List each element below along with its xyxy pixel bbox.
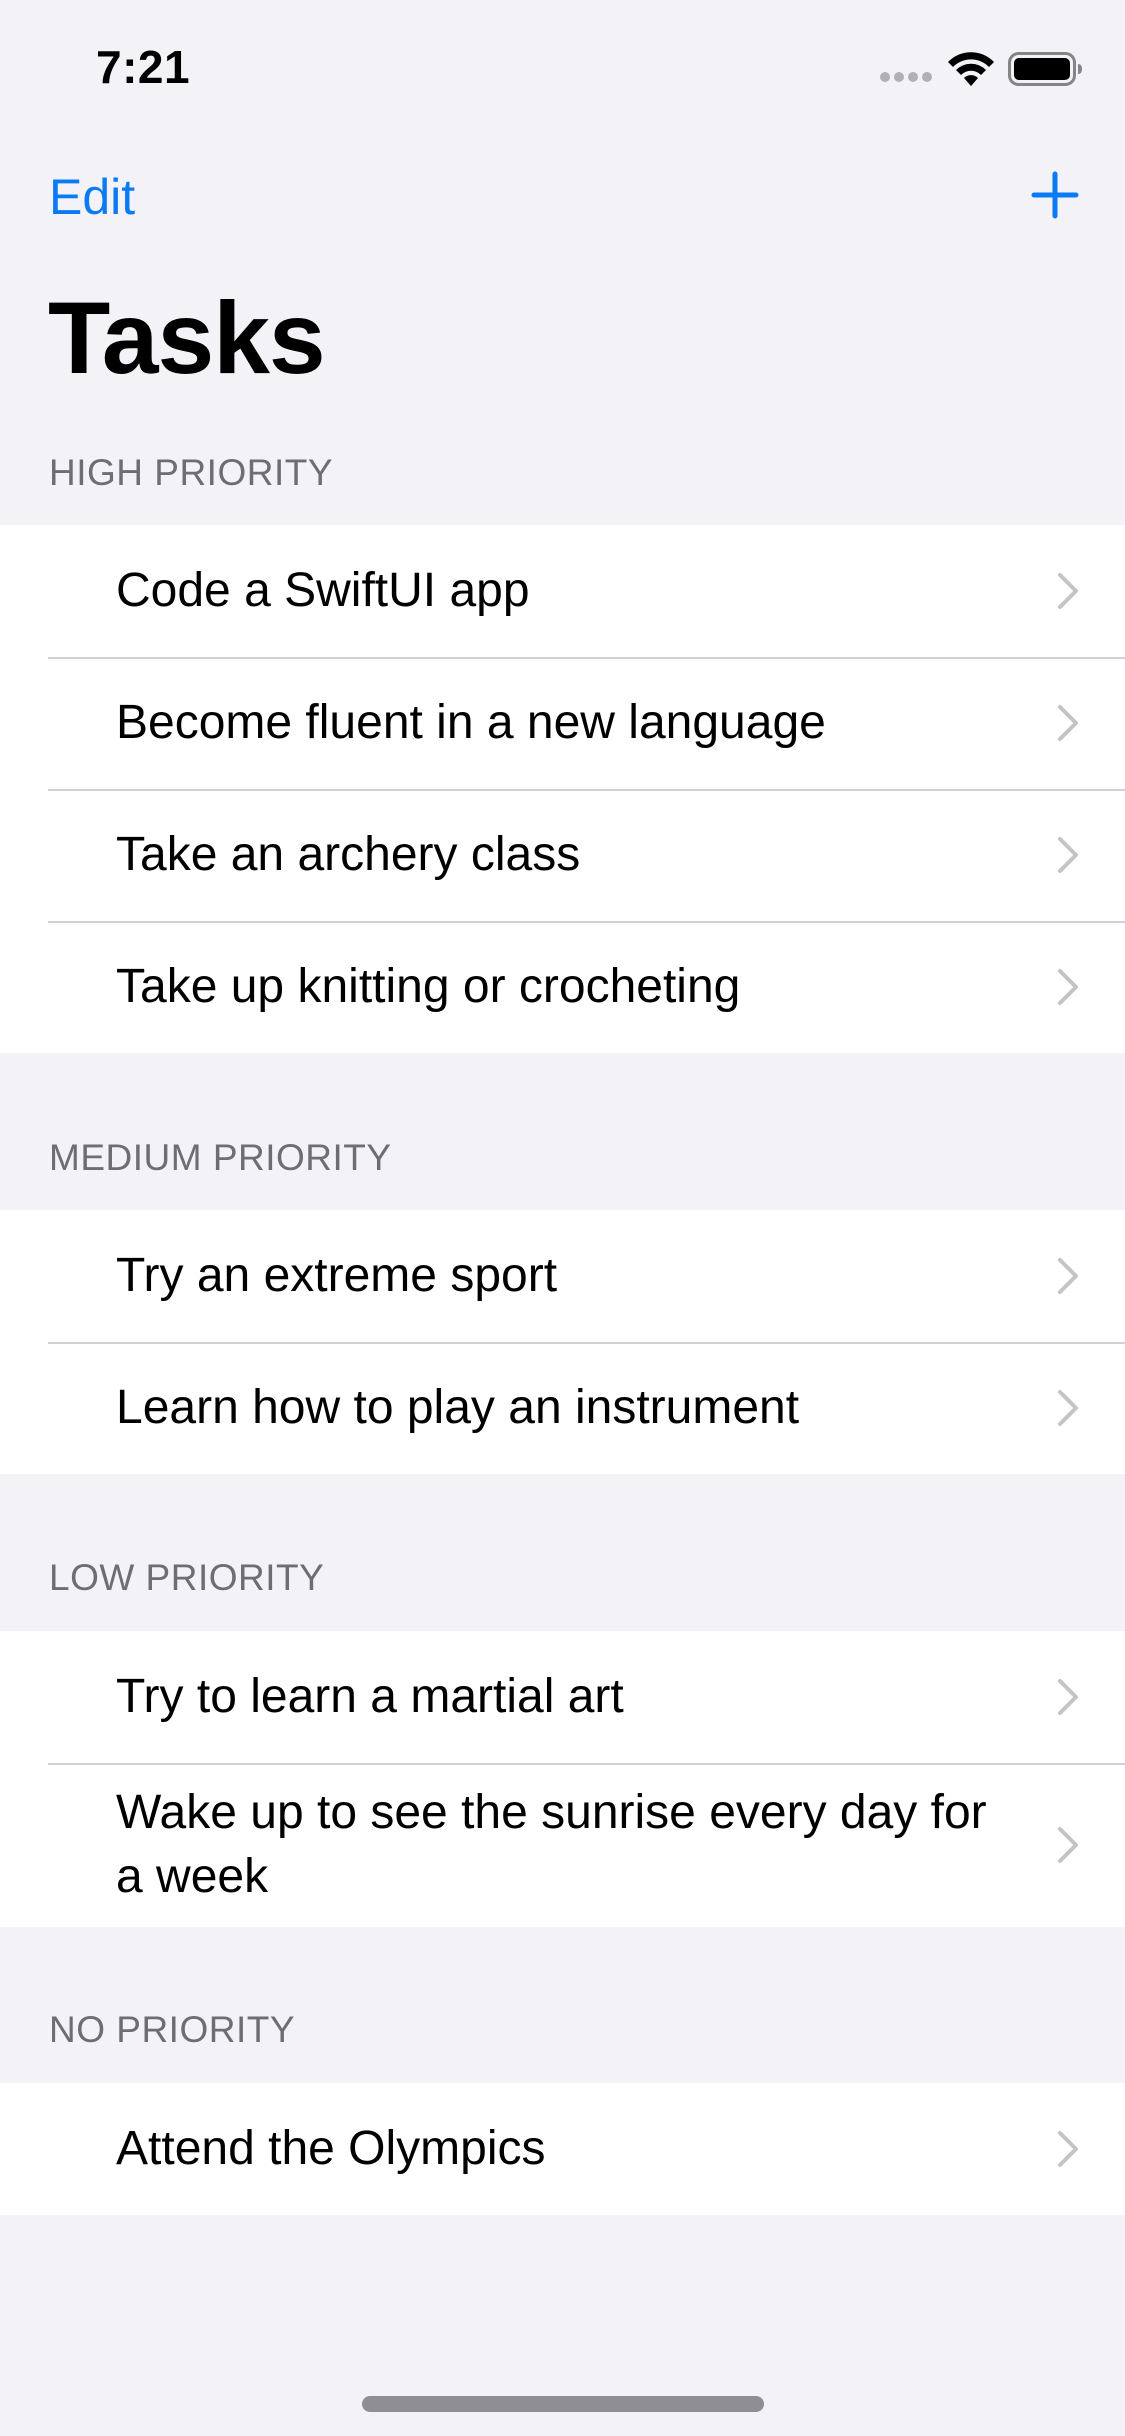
battery-icon xyxy=(1008,52,1082,86)
chevron-right-icon xyxy=(1057,1257,1079,1295)
task-label: Try an extreme sport xyxy=(116,1249,558,1302)
chevron-right-icon xyxy=(1057,572,1079,610)
section-header-no-priority: NO PRIORITY xyxy=(49,2009,296,2050)
task-label: Take up knitting or crocheting xyxy=(116,960,741,1013)
cellular-signal-icon xyxy=(880,72,934,84)
section-low-priority: Try to learn a martial art Wake up to se… xyxy=(0,1631,1125,1927)
list-item[interactable]: Take an archery class xyxy=(0,789,1125,921)
section-high-priority: Code a SwiftUI app Become fluent in a ne… xyxy=(0,525,1125,1053)
section-header-medium-priority: MEDIUM PRIORITY xyxy=(49,1137,392,1178)
wifi-icon xyxy=(948,52,994,86)
list-item[interactable]: Become fluent in a new language xyxy=(0,657,1125,789)
task-label: Wake up to see the sunrise every day for… xyxy=(116,1786,987,1903)
edit-button[interactable]: Edit xyxy=(49,168,135,226)
task-label: Learn how to play an instrument xyxy=(116,1381,800,1434)
section-no-priority: Attend the Olympics xyxy=(0,2083,1125,2215)
list-item[interactable]: Code a SwiftUI app xyxy=(0,525,1125,657)
list-item[interactable]: Wake up to see the sunrise every day for… xyxy=(0,1763,1125,1927)
task-label: Take an archery class xyxy=(116,828,581,881)
list-item[interactable]: Take up knitting or crocheting xyxy=(0,921,1125,1053)
list-item[interactable]: Learn how to play an instrument xyxy=(0,1342,1125,1474)
task-label: Become fluent in a new language xyxy=(116,696,826,749)
status-bar: 7:21 xyxy=(0,0,1125,140)
list-item[interactable]: Try an extreme sport xyxy=(0,1210,1125,1342)
task-label: Attend the Olympics xyxy=(116,2122,546,2175)
chevron-right-icon xyxy=(1057,1389,1079,1427)
section-medium-priority: Try an extreme sport Learn how to play a… xyxy=(0,1210,1125,1474)
task-label: Try to learn a martial art xyxy=(116,1670,624,1723)
chevron-right-icon xyxy=(1057,2130,1079,2168)
screen: 7:21 Edit Tasks HIGH PRIORITY Code a Swi… xyxy=(0,0,1125,2436)
section-header-high-priority: HIGH PRIORITY xyxy=(49,452,334,493)
chevron-right-icon xyxy=(1057,968,1079,1006)
list-item[interactable]: Try to learn a martial art xyxy=(0,1631,1125,1763)
plus-icon[interactable] xyxy=(1030,170,1080,220)
list-item[interactable]: Attend the Olympics xyxy=(0,2083,1125,2215)
chevron-right-icon xyxy=(1057,1678,1079,1716)
chevron-right-icon xyxy=(1057,1826,1079,1864)
task-label: Code a SwiftUI app xyxy=(116,564,530,617)
status-time: 7:21 xyxy=(96,41,191,93)
chevron-right-icon xyxy=(1057,704,1079,742)
page-title: Tasks xyxy=(48,281,326,395)
section-header-low-priority: LOW PRIORITY xyxy=(49,1557,325,1598)
chevron-right-icon xyxy=(1057,836,1079,874)
home-indicator[interactable] xyxy=(362,2396,764,2412)
